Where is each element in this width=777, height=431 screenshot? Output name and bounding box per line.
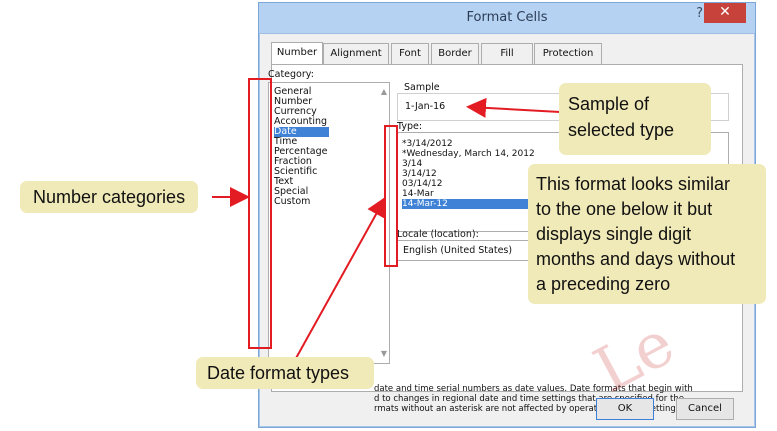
callout-number-categories-text: Number categories bbox=[33, 187, 186, 207]
tab-protection[interactable]: Protection bbox=[534, 43, 602, 64]
callout-sample-type-text: Sample of selected type bbox=[568, 91, 674, 143]
category-list[interactable]: General Number Currency Accounting Date … bbox=[268, 82, 390, 364]
callout-sample-line: selected type bbox=[568, 120, 675, 140]
type-label: Type: bbox=[397, 121, 423, 132]
sample-value: 1-Jan-16 bbox=[405, 101, 446, 112]
help-icon[interactable]: ? bbox=[696, 6, 703, 21]
description-line: date and time serial numbers as date val… bbox=[374, 384, 693, 394]
callout-format-line: to the one below it but bbox=[536, 199, 713, 219]
tab-border[interactable]: Border bbox=[431, 43, 479, 64]
callout-format-line: This format looks similar bbox=[536, 174, 731, 194]
locale-value: English (United States) bbox=[403, 245, 513, 256]
scroll-up-icon[interactable]: ▲ bbox=[381, 87, 387, 96]
type-item[interactable]: 3/14 bbox=[402, 159, 422, 169]
tab-fill[interactable]: Fill bbox=[481, 43, 533, 64]
tab-alignment[interactable]: Alignment bbox=[323, 43, 389, 64]
callout-format-note-text: This format looks similar to the one bel… bbox=[536, 172, 735, 297]
tab-font[interactable]: Font bbox=[391, 43, 429, 64]
callout-sample-line: Sample of bbox=[568, 94, 650, 114]
category-label: Category: bbox=[268, 69, 314, 80]
type-item[interactable]: *Wednesday, March 14, 2012 bbox=[402, 149, 535, 159]
callout-date-format-types-text: Date format types bbox=[207, 363, 350, 383]
close-button[interactable]: ✕ bbox=[704, 3, 746, 23]
scroll-down-icon[interactable]: ▼ bbox=[381, 349, 387, 358]
type-item[interactable]: 03/14/12 bbox=[402, 179, 442, 189]
cancel-button[interactable]: Cancel bbox=[676, 398, 734, 420]
callout-format-note: This format looks similar to the one bel… bbox=[528, 164, 766, 304]
callout-format-line: a preceding zero bbox=[536, 274, 671, 294]
type-item[interactable]: 3/14/12 bbox=[402, 169, 437, 179]
callout-format-line: months and days without bbox=[536, 249, 736, 269]
callout-sample-type: Sample of selected type bbox=[559, 83, 711, 155]
title-bar[interactable]: Format Cells ? ✕ bbox=[259, 3, 755, 34]
type-item[interactable]: *3/14/2012 bbox=[402, 139, 453, 149]
callout-number-categories: Number categories bbox=[20, 181, 198, 213]
category-item[interactable]: Custom bbox=[274, 197, 310, 207]
locale-label: Locale (location): bbox=[397, 229, 479, 240]
sample-label: Sample bbox=[402, 82, 442, 93]
type-item[interactable]: 14-Mar bbox=[402, 189, 434, 199]
callout-date-format-types: Date format types bbox=[196, 357, 374, 389]
callout-format-line: displays single digit bbox=[536, 224, 692, 244]
dialog-title: Format Cells bbox=[466, 10, 548, 25]
tab-number[interactable]: Number bbox=[271, 42, 323, 64]
